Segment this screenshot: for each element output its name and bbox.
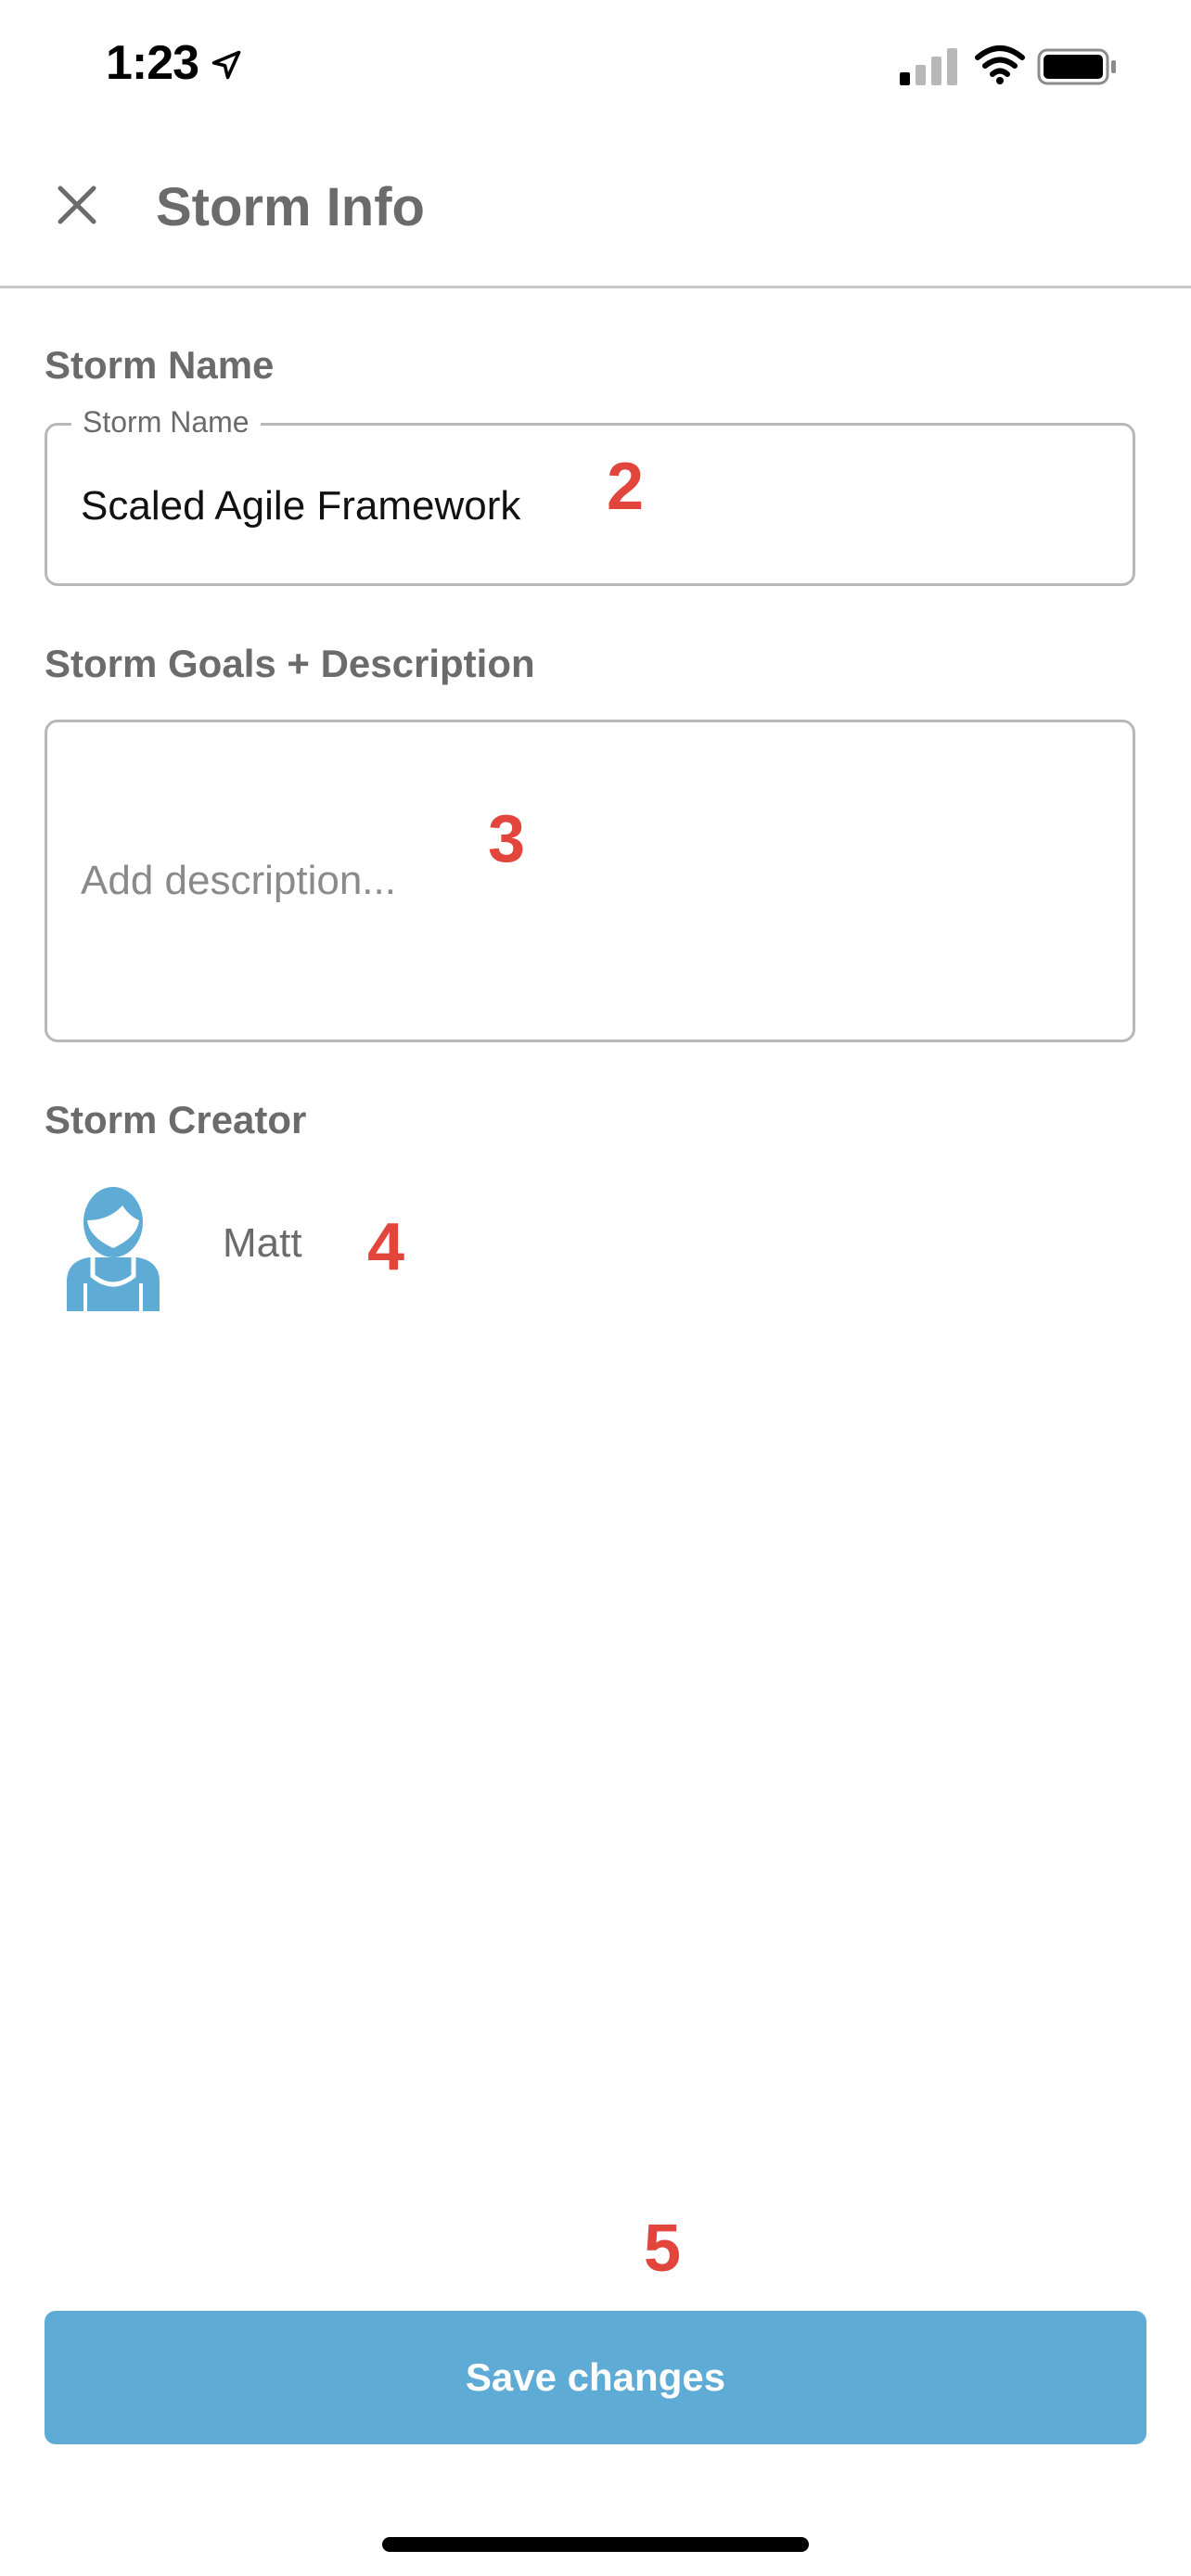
annotation-3: 3	[488, 802, 526, 876]
creator-section-label: Storm Creator	[45, 1098, 307, 1141]
creator-name: Matt	[223, 1220, 302, 1266]
storm-name-field[interactable]: Storm Name Scaled Agile Framework	[45, 405, 1135, 586]
wifi-icon	[975, 45, 1025, 84]
description-section-label: Storm Goals + Description	[45, 642, 535, 685]
location-arrow-icon	[211, 50, 241, 80]
annotation-4: 4	[367, 1210, 405, 1284]
home-indicator[interactable]	[382, 2537, 809, 2552]
storm-name-section-label: Storm Name	[45, 343, 275, 387]
cellular-signal-icon	[900, 48, 957, 85]
annotation-5: 5	[644, 2212, 682, 2286]
save-changes-button[interactable]: Save changes	[45, 2311, 1146, 2444]
user-avatar-icon	[67, 1187, 160, 1311]
battery-icon	[1037, 48, 1116, 85]
save-changes-label: Save changes	[465, 2355, 726, 2399]
description-textarea[interactable]: Add description...	[45, 720, 1135, 1042]
storm-name-field-label: Storm Name	[71, 405, 261, 440]
description-placeholder: Add description...	[81, 858, 396, 903]
close-button[interactable]	[48, 176, 106, 234]
header-divider	[0, 286, 1191, 288]
storm-name-value[interactable]: Scaled Agile Framework	[81, 483, 520, 529]
page-title: Storm Info	[156, 177, 425, 237]
annotation-2: 2	[607, 450, 645, 524]
close-icon	[58, 185, 96, 224]
status-time: 1:23	[106, 36, 199, 90]
